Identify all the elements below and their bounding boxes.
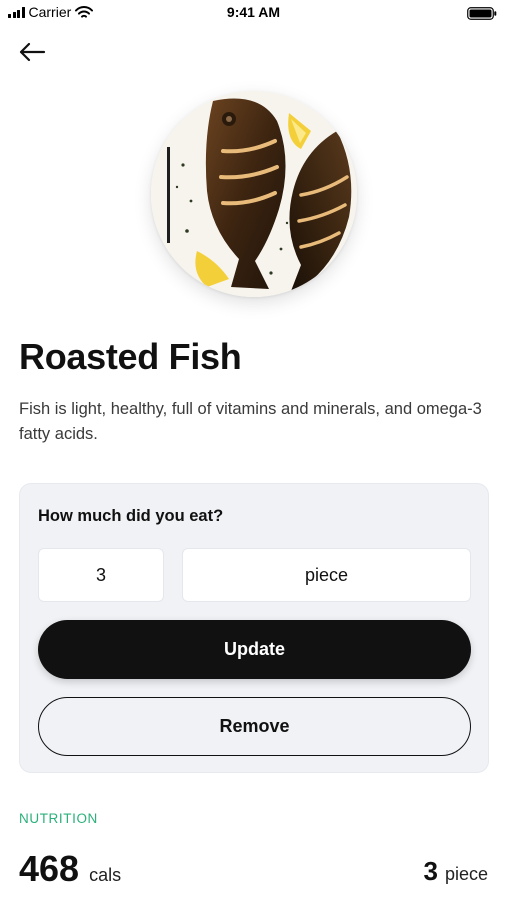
calories-value: 468: [19, 848, 80, 889]
arrow-left-icon: [19, 42, 46, 62]
quantity-input[interactable]: 3: [38, 548, 164, 602]
portion-card: How much did you eat? 3 piece Update Rem…: [19, 483, 489, 773]
status-bar: Carrier 9:41 AM: [0, 0, 507, 26]
portion-summary-qty: 3: [423, 856, 438, 886]
status-time: 9:41 AM: [226, 4, 281, 20]
unit-select[interactable]: piece: [182, 548, 471, 602]
food-image: [151, 91, 357, 297]
food-description: Fish is light, healthy, full of vitamins…: [19, 400, 482, 443]
calories-summary: 468 cals: [19, 848, 121, 890]
food-title: Roasted Fish: [19, 336, 242, 377]
remove-button[interactable]: Remove: [38, 697, 471, 756]
portion-summary: 3 piece: [424, 856, 489, 887]
update-button[interactable]: Update: [38, 620, 471, 679]
roasted-fish-photo: [151, 91, 357, 297]
battery-icon: [467, 7, 497, 20]
back-button[interactable]: [16, 38, 48, 66]
calories-unit: cals: [89, 865, 122, 885]
portion-summary-unit: piece: [444, 864, 488, 884]
portion-question: How much did you eat?: [38, 507, 224, 525]
nutrition-section-label: NUTRITION: [19, 811, 98, 826]
